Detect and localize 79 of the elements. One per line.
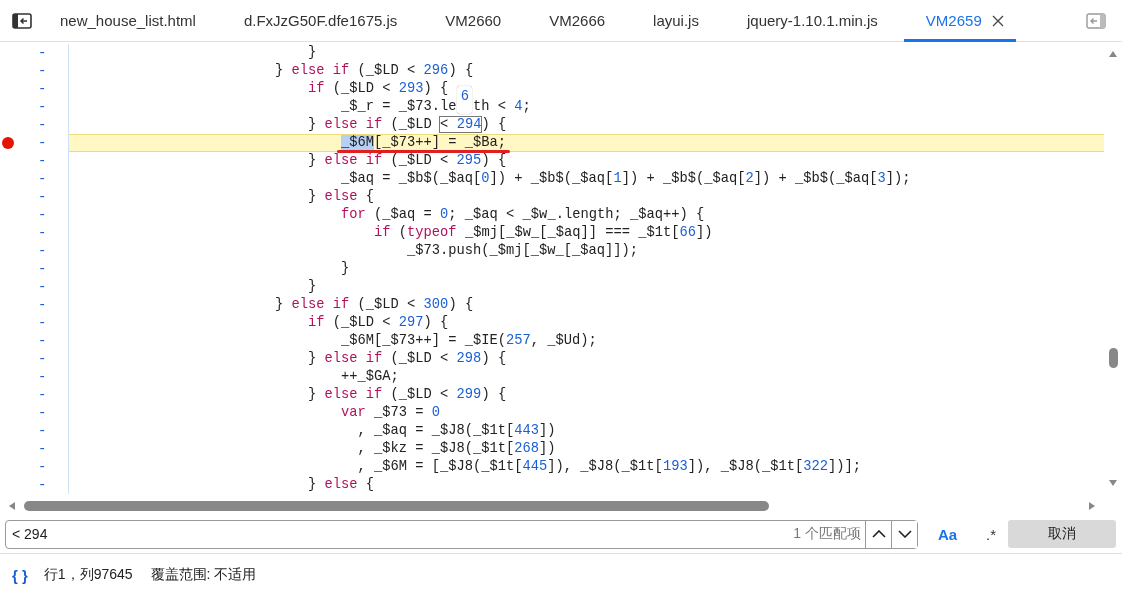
line-number: - (38, 297, 47, 313)
line-number: - (38, 387, 47, 403)
search-input[interactable]: < 294 (6, 526, 794, 542)
sidebar-toggle-icon[interactable] (12, 12, 32, 29)
line-number: - (38, 351, 47, 367)
breakpoint-icon[interactable] (2, 137, 14, 149)
file-tab[interactable]: VM2659 (903, 0, 1016, 42)
line-number: - (38, 405, 47, 421)
scroll-right-icon[interactable] (1088, 501, 1096, 511)
code-line: for (_$aq = 0; _$aq < _$w_.length; _$aq++) { (340, 207, 705, 223)
line-number: - (38, 261, 47, 277)
line-number: - (38, 225, 47, 241)
scrollbar-thumb[interactable] (1108, 348, 1118, 368)
panel-toggle-icon[interactable] (1086, 12, 1106, 29)
code-line: if (_$LD < 293) { (307, 81, 449, 97)
line-number: - (38, 459, 47, 475)
code-line: _$6M[_$73++] = _$IE(257, _$Ud); (340, 333, 597, 349)
code-line: var _$73 = 0 (340, 405, 441, 421)
line-number: - (38, 171, 47, 187)
file-tab[interactable]: VM2666 (527, 0, 632, 42)
close-icon[interactable] (991, 14, 1004, 27)
hover-tooltip: 6 (457, 86, 473, 114)
chevron-up-icon (871, 530, 886, 538)
line-number: - (38, 189, 47, 205)
code-line: } else if (_$LD < 299) { (307, 387, 507, 403)
match-count: 1 个匹配项 (793, 525, 862, 543)
code-line: } else if (_$LD < 298) { (307, 351, 507, 367)
code-line: } else if (_$LD < 296) { (274, 63, 474, 79)
file-tab[interactable]: VM2660 (423, 0, 528, 42)
file-tab[interactable]: layui.js (631, 0, 725, 42)
code-line: } else if (_$LD < 300) { (274, 297, 474, 313)
code-line: } else if (_$LD < 294) { (307, 117, 507, 133)
match-case-button[interactable]: Aa (932, 521, 962, 547)
coverage-status: 覆盖范围: 不适用 (150, 566, 257, 584)
code-line: , _$6M = [_$J8(_$1t[445]), _$J8(_$1t[193]), _$J8(_$1t[322])]; (356, 459, 861, 475)
scroll-left-icon[interactable] (8, 501, 16, 511)
next-match-button[interactable] (891, 520, 917, 548)
code-line: } (307, 45, 317, 61)
line-number: - (38, 45, 47, 61)
code-line: } else { (307, 477, 375, 493)
scrollbar-thumb[interactable] (24, 501, 769, 511)
code-line: , _$kz = _$J8(_$1t[268]) (356, 441, 556, 457)
code-line: _$73.push(_$mj[_$w_[_$aq]]); (406, 243, 639, 259)
code-line: } (307, 279, 317, 295)
line-number: - (38, 279, 47, 295)
line-number: - (38, 243, 47, 259)
code-line: if (typeof _$mj[_$w_[_$aq]] === _$1t[66]) (373, 225, 713, 241)
pretty-print-button[interactable]: { } (12, 566, 28, 584)
line-number: - (38, 135, 47, 151)
code-line: _$6M[_$73++] = _$Ba; (340, 135, 507, 151)
code-line: , _$aq = _$J8(_$1t[443]) (356, 423, 556, 439)
cursor-position: 行1，列97645 (43, 566, 133, 584)
line-number: - (38, 477, 47, 493)
line-number: - (38, 63, 47, 79)
file-tab[interactable]: jquery-1.10.1.min.js (724, 0, 904, 42)
code-line: } else if (_$LD < 295) { (307, 153, 507, 169)
code-line: if (_$LD < 297) { (307, 315, 449, 331)
regex-button[interactable]: .* (976, 521, 1006, 547)
line-number: - (38, 423, 47, 439)
line-number: - (38, 207, 47, 223)
code-line: } (340, 261, 350, 277)
line-number: - (38, 369, 47, 385)
scroll-up-icon[interactable] (1108, 50, 1118, 58)
file-tab[interactable]: new_house_list.html (48, 0, 222, 42)
line-number: - (38, 333, 47, 349)
chevron-down-icon (897, 530, 912, 538)
line-number: - (38, 315, 47, 331)
cancel-button[interactable]: 取消 (1008, 520, 1116, 548)
search-field[interactable]: < 294 1 个匹配项 (5, 519, 918, 549)
line-number: - (38, 441, 47, 457)
line-number: - (38, 153, 47, 169)
scroll-down-icon[interactable] (1108, 479, 1118, 487)
line-number: - (38, 117, 47, 133)
line-number: - (38, 99, 47, 115)
code-line: } else { (307, 189, 375, 205)
code-line: ++_$GA; (340, 369, 399, 385)
file-tab[interactable]: d.FxJzG50F.dfe1675.js (221, 0, 424, 42)
code-line: _$aq = _$b$(_$aq[0]) + _$b$(_$aq[1]) + _$b$(_$aq[2]) + _$b$(_$aq[3]); (340, 171, 911, 187)
line-number: - (38, 81, 47, 97)
